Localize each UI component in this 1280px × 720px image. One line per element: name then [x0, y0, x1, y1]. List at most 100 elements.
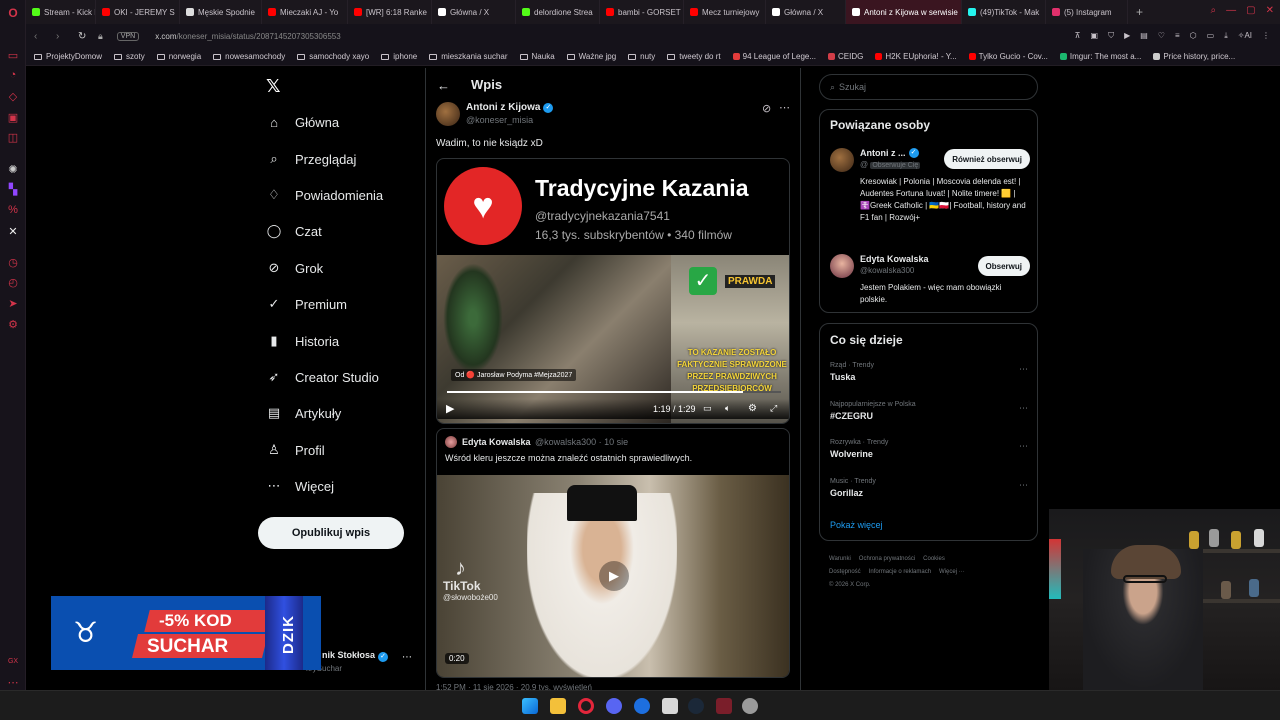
bookmark-item[interactable]: nuty — [628, 52, 655, 61]
nav-profile[interactable]: ♙ Profil — [266, 439, 324, 461]
ai-button[interactable]: ✧AI — [1238, 31, 1252, 41]
author-avatar[interactable] — [436, 102, 460, 126]
browser-tab[interactable]: [WR] 6:18 Ranke — [348, 0, 432, 24]
trend-item[interactable]: Najpopularniejsze w Polska #CZEGRU ⋯ — [830, 401, 1030, 433]
opera-logo-icon[interactable]: O — [6, 6, 20, 20]
sidebar-x-icon[interactable]: ✕ — [6, 224, 20, 238]
app-icon[interactable] — [662, 698, 678, 714]
menu-icon[interactable]: ≡ — [1175, 31, 1180, 41]
sidebar-more-icon[interactable]: ⋯ — [6, 675, 20, 689]
play-icon[interactable]: ▶ — [446, 402, 454, 415]
bookmark-item[interactable]: mieszkania suchar — [429, 52, 508, 61]
close-window-icon[interactable]: ✕ — [1266, 5, 1274, 16]
bookmark-item[interactable]: Nauka — [519, 52, 555, 61]
nav-articles[interactable]: ▤ Artykuły — [266, 402, 341, 424]
extensions-icon[interactable]: ⬡ — [1190, 31, 1197, 41]
follow-button[interactable]: Obserwuj — [977, 256, 1030, 276]
quote-video[interactable]: ♪ TikTok @słowoboże00 ▶ 0:20 — [437, 475, 789, 677]
publish-post-button[interactable]: Opublikuj wpis — [258, 517, 404, 549]
settings-icon[interactable] — [742, 698, 758, 714]
nav-more[interactable]: ⋯ Więcej — [266, 475, 335, 497]
nav-home[interactable]: ⌂ Główna — [266, 111, 339, 133]
browser-tab[interactable]: Stream - Kick Da — [26, 0, 96, 24]
trend-item[interactable]: Rozrywka · Trendy Wolverine ⋯ — [830, 439, 1030, 471]
snapshot-icon[interactable]: ▣ — [1091, 31, 1099, 41]
footer-link[interactable]: Dostępność — [829, 569, 861, 575]
discord-icon[interactable] — [606, 698, 622, 714]
trend-more-icon[interactable]: ⋯ — [1019, 364, 1028, 375]
bookmark-item[interactable]: iphone — [381, 52, 417, 61]
search-tabs-icon[interactable]: ⌕ — [1211, 5, 1217, 16]
browser-tab[interactable]: Męskie Spodnie — [180, 0, 262, 24]
wallet-icon[interactable]: ▤ — [1140, 31, 1148, 41]
sidebar-send-icon[interactable]: ➤ — [6, 296, 20, 310]
footer-link[interactable]: Warunki — [829, 556, 851, 562]
bookmark-item[interactable]: Tylko Gucio - Cov... — [968, 52, 1048, 61]
easy-files-icon[interactable]: ▭ — [1207, 31, 1215, 41]
browser-tab[interactable]: Główna / X — [766, 0, 846, 24]
bookmark-item[interactable]: samochody xayo — [297, 52, 369, 61]
nav-premium[interactable]: ✓ Premium — [266, 293, 347, 315]
back-arrow-icon[interactable]: ← — [437, 78, 450, 93]
footer-link[interactable]: © 2026 X Corp. — [829, 582, 870, 588]
bookmark-item[interactable]: szoty — [114, 52, 145, 61]
related-person[interactable]: Antoni z ... ✓ @ Obserwuje Cię Również ob… — [830, 148, 1030, 238]
shield-icon[interactable]: ⛉ — [1108, 31, 1114, 41]
file-explorer-icon[interactable] — [550, 698, 566, 714]
bookmark-item[interactable]: nowesamochody — [213, 52, 285, 61]
nav-notifications[interactable]: ♢ Powiadomienia — [266, 184, 383, 206]
browser-tab[interactable]: Główna / X — [432, 0, 516, 24]
bookmark-item[interactable]: Ważne jpg — [566, 52, 616, 61]
nav-grok[interactable]: ⊘ Grok — [266, 257, 324, 279]
browser-menu-icon[interactable]: ⋮ — [1262, 31, 1270, 41]
grok-icon[interactable]: ⊘ — [762, 102, 771, 115]
bookmark-item[interactable]: ProjektyDomow — [34, 52, 102, 61]
sidebar-percent-icon[interactable]: % — [6, 203, 20, 217]
maximize-icon[interactable]: ▢ — [1246, 5, 1255, 16]
volume-icon[interactable]: 🔈︎ — [725, 403, 730, 414]
trend-more-icon[interactable]: ⋯ — [1019, 441, 1028, 452]
footer-link[interactable]: Informacje o reklamach — [869, 569, 931, 575]
sidebar-messenger-icon[interactable]: ▣ — [6, 110, 20, 124]
forward-icon[interactable]: › — [56, 31, 70, 42]
bookmark-item[interactable]: CEIDG — [828, 52, 863, 61]
bookmark-item[interactable]: 94 League of Lege... — [732, 52, 816, 61]
sidebar-openai-icon[interactable]: ✺ — [6, 162, 20, 176]
new-tab-button[interactable]: + — [1136, 5, 1143, 19]
sidebar-clock-icon[interactable]: ◷ — [6, 255, 20, 269]
heart-icon[interactable]: ♡ — [1158, 31, 1165, 41]
quoted-post[interactable]: Edyta Kowalska @kowalska300 · 10 sie Wśr… — [436, 428, 790, 678]
fullscreen-icon[interactable]: ⤢ — [770, 403, 777, 414]
footer-link[interactable]: Więcej ··· — [939, 569, 965, 575]
x-logo-icon[interactable]: 𝕏 — [266, 76, 281, 97]
nav-creator-studio[interactable]: ➶ Creator Studio — [266, 366, 379, 388]
nav-chat[interactable]: ◯ Czat — [266, 220, 322, 242]
browser-tab[interactable]: Mieczaki AJ - Yo — [262, 0, 348, 24]
footer-link[interactable]: Ochrona prywatności — [859, 556, 915, 562]
bookmark-item[interactable]: H2K EUphoria! - Y... — [875, 52, 957, 61]
trend-more-icon[interactable]: ⋯ — [1019, 403, 1028, 414]
trend-more-icon[interactable]: ⋯ — [1019, 480, 1028, 491]
show-more-link[interactable]: Pokaż więcej — [830, 520, 883, 530]
player-icon[interactable]: ▶ — [1124, 31, 1130, 41]
browser-tab[interactable]: Mecz turniejowy — [684, 0, 766, 24]
bookmark-item[interactable]: Price history, price... — [1153, 52, 1235, 61]
quote-play-icon[interactable]: ▶ — [599, 561, 629, 591]
back-icon[interactable]: ‹ — [34, 31, 48, 42]
opera-gx-icon[interactable] — [578, 698, 594, 714]
trend-item[interactable]: Music · Trendy Gorillaz ⋯ — [830, 478, 1030, 510]
browser-tab[interactable]: Antoni z Kijowa w serwisie — [846, 0, 962, 24]
reload-icon[interactable]: ↻ — [78, 31, 92, 42]
riot-client-icon[interactable] — [716, 698, 732, 714]
bookmark-item[interactable]: Imgur: The most a... — [1059, 52, 1141, 61]
url-field[interactable]: x.com/koneser_misia/status/2087145207305… — [155, 32, 340, 41]
nav-explore[interactable]: ⌕ Przeglądaj — [266, 148, 356, 170]
browser-tab[interactable]: bambi - GORSET — [600, 0, 684, 24]
messenger-icon[interactable] — [634, 698, 650, 714]
vpn-badge[interactable]: VPN — [116, 31, 140, 41]
nav-history[interactable]: ▮ Historia — [266, 330, 339, 352]
footer-link[interactable]: Cookies — [923, 556, 945, 562]
sidebar-twitch-icon[interactable]: ▚ — [6, 182, 20, 196]
captions-icon[interactable]: ▭ — [703, 403, 712, 414]
sidebar-timer-icon[interactable]: ◴ — [6, 275, 20, 289]
